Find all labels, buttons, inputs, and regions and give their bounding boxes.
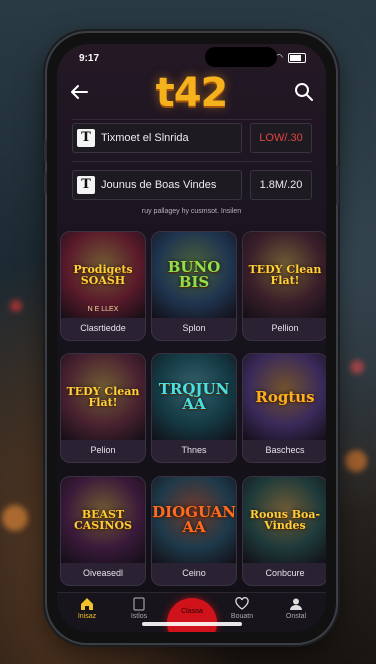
app-header: t42 <box>57 70 326 116</box>
game-title: BEAST CASINOS <box>74 508 132 532</box>
heart-icon <box>217 597 267 613</box>
game-thumbnail: TEDY Clean Flat! <box>243 232 326 318</box>
phone-side-button <box>44 140 47 162</box>
tab-label: Bouatn <box>230 613 254 620</box>
promo-row-2[interactable]: T Jounus de Boas Vindes <box>72 170 242 200</box>
tab-label: Istlos <box>130 613 148 620</box>
game-label: Pelion <box>90 445 116 455</box>
game-card[interactable]: TEDY Clean Flat! Pelion <box>60 353 146 463</box>
bokeh-light <box>345 450 367 472</box>
game-card[interactable]: DIOGUAN AA Ceino <box>151 476 237 586</box>
divider <box>72 161 312 162</box>
divider <box>72 119 312 120</box>
game-title: Rogtus <box>255 387 315 406</box>
game-thumbnail: Prodigets SOASH N E LLEX <box>61 232 145 318</box>
phone-side-button <box>44 172 47 194</box>
game-label: Oiveasedl <box>82 568 124 578</box>
game-card[interactable]: BUNO BIS Splon <box>151 231 237 341</box>
tab-home[interactable]: Inisaz <box>62 597 112 620</box>
game-label: Baschecs <box>265 445 305 455</box>
game-title: TEDY Clean Flat! <box>66 385 140 409</box>
status-bar: 9:17 ◠ <box>57 44 326 68</box>
game-label: Splon <box>182 323 206 333</box>
tab-label: Onstal <box>285 613 307 620</box>
search-icon[interactable] <box>292 80 316 104</box>
game-thumbnail: BEAST CASINOS <box>61 477 145 563</box>
promo-logo-icon: T <box>77 176 95 194</box>
user-icon <box>271 597 321 613</box>
promo-row-label: Jounus de Boas Vindes <box>101 179 217 191</box>
game-card[interactable]: Roous Boa-Vindes Conbcure <box>242 476 326 586</box>
tab-profile[interactable]: Onstal <box>271 597 321 620</box>
promo-subtitle: ruy pallagey hy cusmsot. Insilen <box>141 208 242 215</box>
promo-row-value: LOW/.30 <box>250 123 312 153</box>
game-thumbnail: DIOGUAN AA <box>152 477 236 563</box>
home-indicator <box>142 622 242 626</box>
home-icon <box>62 597 112 613</box>
document-icon <box>114 597 164 613</box>
status-time: 9:17 <box>79 53 100 64</box>
phone-notch <box>205 47 277 67</box>
game-title: BUNO BIS <box>167 258 221 291</box>
tab-label: Inisaz <box>77 613 97 620</box>
game-label: Clasrtiedde <box>80 323 126 333</box>
promo-logo-icon: T <box>77 129 95 147</box>
game-title: TRQJUN AA <box>158 380 230 413</box>
game-subtitle: N E LLEX <box>87 306 119 313</box>
game-title: DIOGUAN AA <box>152 503 236 536</box>
game-title: Roous Boa-Vindes <box>249 508 321 532</box>
game-card[interactable]: Prodigets SOASH N E LLEX Clasrtiedde <box>60 231 146 341</box>
play-button-label: Clasoa <box>181 608 203 615</box>
game-label: Conbcure <box>265 568 305 578</box>
bokeh-light <box>10 300 22 312</box>
game-card[interactable]: Rogtus Baschecs <box>242 353 326 463</box>
game-thumbnail: TEDY Clean Flat! <box>61 354 145 440</box>
game-card[interactable]: TEDY Clean Flat! Pellion <box>242 231 326 341</box>
game-card[interactable]: BEAST CASINOS Oiveasedl <box>60 476 146 586</box>
promo-row-label: Tixmoet el Slnrida <box>101 132 189 144</box>
app-screen: 9:17 ◠ t42 T Tixmoet el Slnrida LOW/.30 … <box>57 44 326 632</box>
game-label: Ceino <box>182 568 206 578</box>
promo-row-value: 1.8M/.20 <box>250 170 312 200</box>
tab-list[interactable]: Istlos <box>114 597 164 620</box>
game-label: Thnes <box>181 445 207 455</box>
game-title: TEDY Clean Flat! <box>248 263 322 287</box>
bokeh-light <box>2 505 28 531</box>
tab-favorites[interactable]: Bouatn <box>217 597 267 620</box>
app-logo: t42 <box>155 70 229 116</box>
bokeh-light <box>350 360 364 374</box>
game-thumbnail: Roous Boa-Vindes <box>243 477 326 563</box>
phone-side-button <box>336 165 339 205</box>
game-thumbnail: TRQJUN AA <box>152 354 236 440</box>
game-card[interactable]: TRQJUN AA Thnes <box>151 353 237 463</box>
game-thumbnail: BUNO BIS <box>152 232 236 318</box>
promo-row-1[interactable]: T Tixmoet el Slnrida <box>72 123 242 153</box>
game-thumbnail: Rogtus <box>243 354 326 440</box>
battery-icon <box>288 52 306 63</box>
game-label: Pellion <box>271 323 299 333</box>
game-title: Prodigets SOASH <box>73 263 133 287</box>
